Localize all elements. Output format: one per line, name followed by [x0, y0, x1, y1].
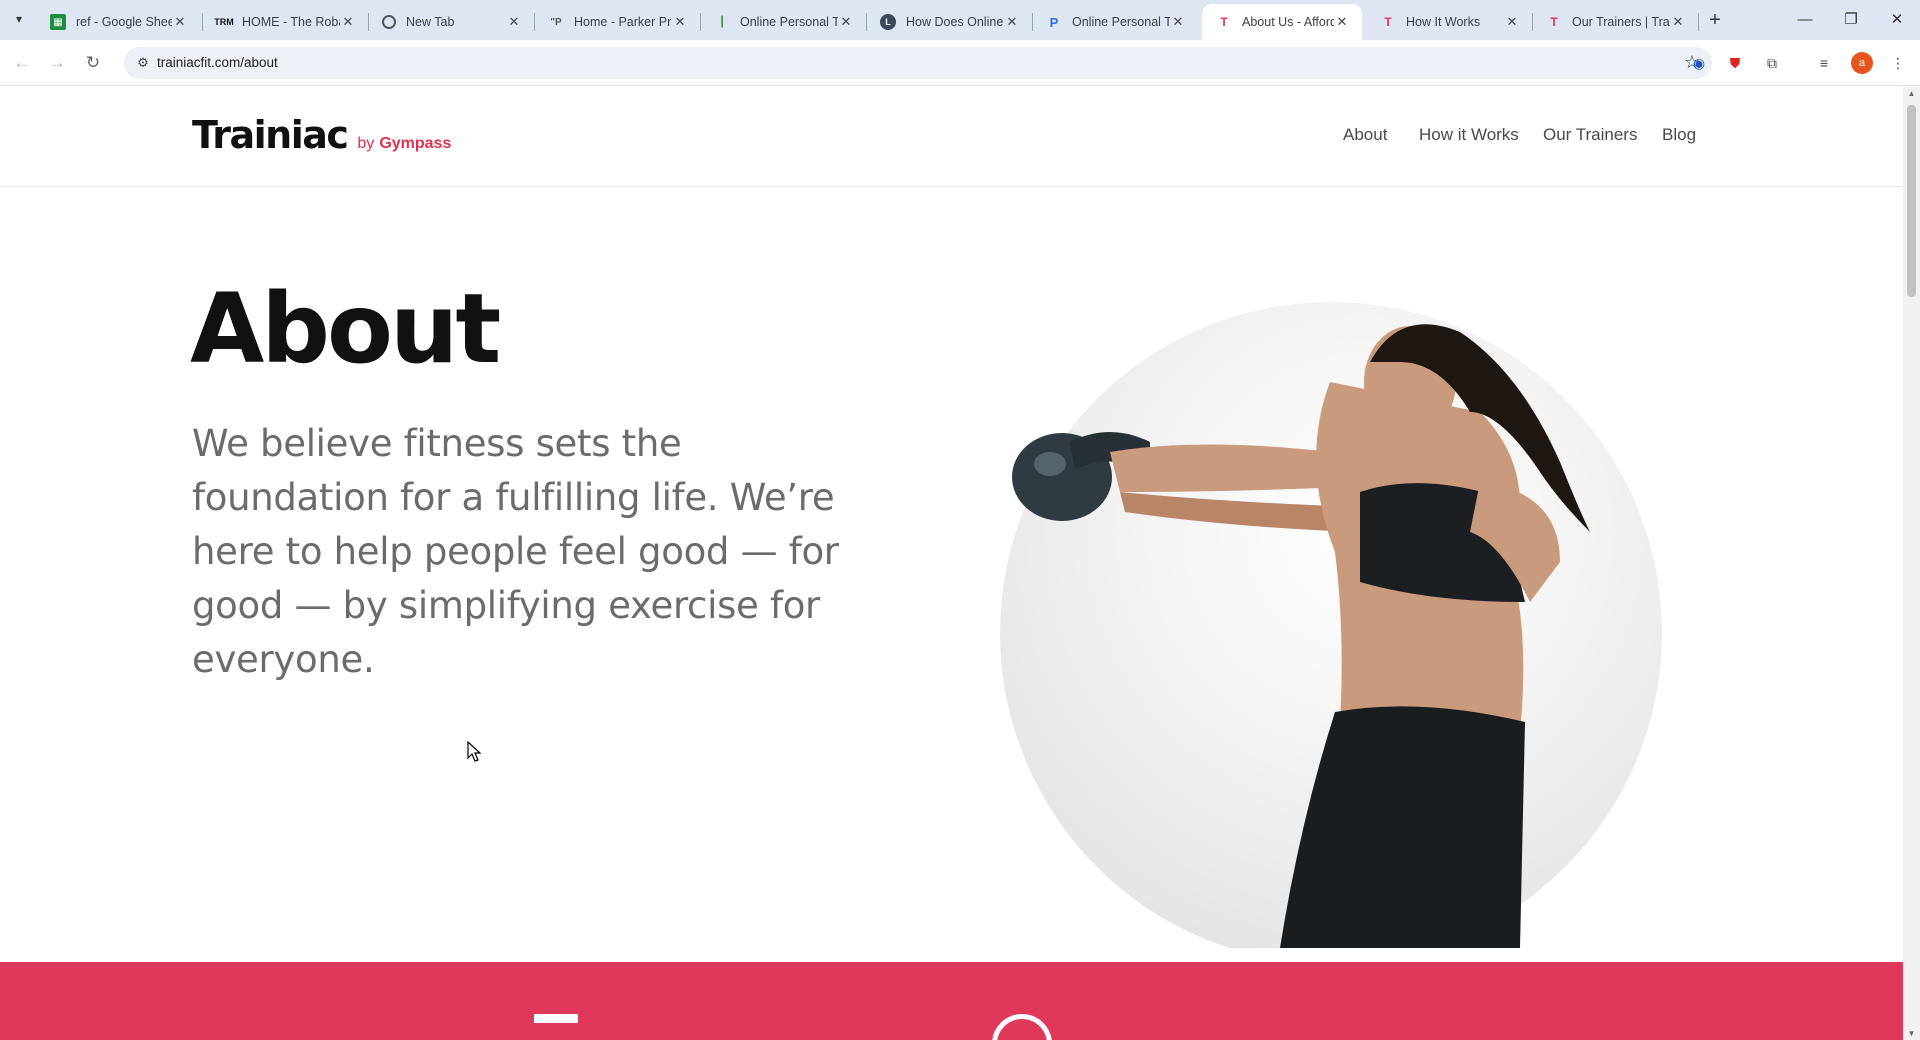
close-icon[interactable]: ✕: [172, 14, 188, 30]
tab-title: How Does Online: [906, 15, 1004, 29]
tab-title: Our Trainers | Trai: [1572, 15, 1670, 29]
tab-title: New Tab: [406, 15, 455, 29]
nav-how-it-works[interactable]: How it Works: [1419, 125, 1519, 145]
tab-our-trainers[interactable]: T Our Trainers | Trai ✕: [1532, 4, 1698, 40]
tab-title: About Us - Afford: [1242, 15, 1334, 29]
sheets-icon: ▦: [50, 14, 66, 30]
tab-parker[interactable]: "P Home - Parker Pr ✕: [534, 4, 700, 40]
nav-our-trainers[interactable]: Our Trainers: [1543, 125, 1637, 145]
tab-how-it-works[interactable]: T How It Works ✕: [1366, 4, 1532, 40]
tab-online-personal-2[interactable]: P Online Personal Tr ✕: [1032, 4, 1198, 40]
mouse-cursor-icon: [467, 741, 482, 762]
browser-toolbar: ← → ↻ ⚙ trainiacfit.com/about ☆ ◉ ⛊ ⧉ ≡ …: [0, 40, 1920, 86]
extensions-puzzle-icon[interactable]: ⧉: [1762, 53, 1782, 73]
address-bar[interactable]: ⚙ trainiacfit.com/about ☆: [124, 47, 1712, 79]
circle-graphic-icon: [992, 1014, 1052, 1040]
extension-globe-icon[interactable]: ◉: [1689, 53, 1709, 73]
page-scrollbar[interactable]: ▲ ▼: [1903, 87, 1920, 1040]
tab-title: How It Works: [1406, 15, 1481, 29]
menu-kebab-icon[interactable]: ⋮: [1888, 53, 1908, 73]
media-control-icon[interactable]: ≡: [1814, 53, 1834, 73]
nav-about[interactable]: About: [1343, 125, 1387, 145]
tab-title: HOME - The Robar: [242, 15, 340, 29]
close-icon[interactable]: ✕: [1670, 14, 1686, 30]
extension-shield-icon[interactable]: ⛊: [1725, 53, 1745, 73]
tab-title: Online Personal Tr: [740, 15, 838, 29]
trm-icon: TRM: [214, 17, 234, 27]
hero-image: [1000, 302, 1662, 948]
trainiac-icon: T: [1384, 15, 1392, 29]
close-icon[interactable]: ✕: [672, 14, 688, 30]
close-icon[interactable]: ✕: [340, 14, 356, 30]
scrollbar-thumb[interactable]: [1907, 105, 1916, 297]
site-info-icon[interactable]: ⚙: [134, 54, 152, 72]
tab-about-us[interactable]: T About Us - Afford ✕: [1202, 4, 1362, 40]
scroll-down-icon[interactable]: ▼: [1906, 1029, 1917, 1038]
page-viewport: Trainiac by Gympass About How it Works O…: [0, 87, 1903, 1040]
tab-search-icon[interactable]: ▾: [8, 8, 30, 30]
logo-by-text: by: [357, 135, 375, 152]
close-icon[interactable]: ✕: [1170, 14, 1186, 30]
new-tab-plus-icon[interactable]: +: [1704, 9, 1726, 32]
restore-icon[interactable]: ❐: [1828, 6, 1874, 34]
minimize-icon[interactable]: —: [1782, 6, 1828, 34]
back-arrow-icon[interactable]: ←: [9, 50, 35, 76]
logo-wordmark: Trainiac: [192, 113, 349, 157]
close-icon[interactable]: ✕: [506, 14, 522, 30]
p-icon: P: [1049, 14, 1059, 30]
pink-section: [0, 962, 1903, 1040]
pp-icon: "P: [550, 16, 562, 28]
trainiac-mark-icon: [534, 1014, 578, 1023]
tab-sheets[interactable]: ▦ ref - Google Sheets ✕: [36, 4, 200, 40]
profile-avatar[interactable]: a: [1851, 52, 1873, 74]
close-icon[interactable]: ✕: [838, 14, 854, 30]
nav-blog[interactable]: Blog: [1662, 125, 1696, 145]
url-text[interactable]: trainiacfit.com/about: [157, 55, 278, 70]
tab-title: Home - Parker Pr: [574, 15, 672, 29]
close-icon[interactable]: ✕: [1504, 14, 1520, 30]
reload-icon[interactable]: ↻: [80, 50, 106, 76]
tab-strip: ▾ ▦ ref - Google Sheets ✕ TRM HOME - The…: [0, 0, 1920, 40]
tab-title: ref - Google Sheets: [76, 15, 172, 29]
site-header: Trainiac by Gympass About How it Works O…: [0, 87, 1903, 187]
site-logo[interactable]: Trainiac by Gympass: [192, 113, 451, 157]
chrome-icon: [382, 15, 396, 29]
tab-robar[interactable]: TRM HOME - The Robar ✕: [202, 4, 368, 40]
scroll-up-icon[interactable]: ▲: [1906, 89, 1917, 98]
logo-brand-text: Gympass: [379, 135, 452, 152]
tab-new-tab[interactable]: New Tab ✕: [368, 4, 534, 40]
tab-online-personal-1[interactable]: ┃ Online Personal Tr ✕: [700, 4, 866, 40]
close-icon[interactable]: ✕: [1004, 14, 1020, 30]
window-close-icon[interactable]: ✕: [1874, 6, 1920, 34]
forward-arrow-icon[interactable]: →: [44, 50, 70, 76]
trainer-icon: ┃: [718, 16, 726, 28]
clock-icon: L: [880, 14, 896, 30]
tab-title: Online Personal Tr: [1072, 15, 1170, 29]
hero-description: We believe fitness sets the foundation f…: [192, 422, 839, 681]
trainiac-icon: T: [1550, 15, 1558, 29]
page-title: About: [190, 273, 501, 385]
tab-separator: [1698, 13, 1699, 31]
tab-how-does-online[interactable]: L How Does Online ✕: [866, 4, 1032, 40]
woman-kettlebell-illustration: [1012, 324, 1590, 948]
close-icon[interactable]: ✕: [1334, 14, 1350, 30]
trainiac-icon: T: [1220, 15, 1228, 29]
